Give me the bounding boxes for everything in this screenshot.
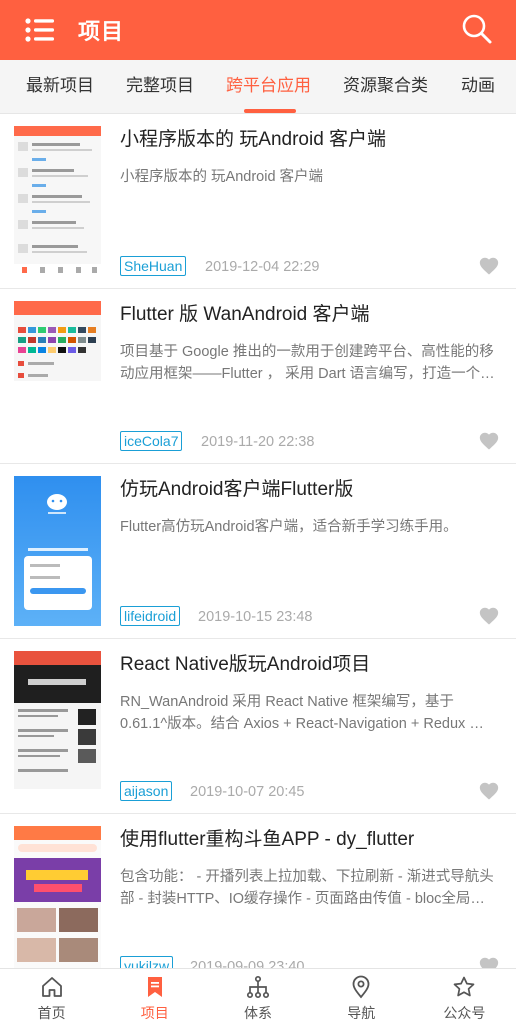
home-icon — [39, 974, 65, 1000]
project-card[interactable]: 仿玩Android客户端Flutter版 Flutter高仿玩Android客户… — [0, 464, 516, 639]
bookmark-icon — [142, 974, 168, 1000]
project-description: 小程序版本的 玩Android 客户端 — [120, 169, 324, 185]
project-thumbnail — [14, 826, 101, 968]
project-description: Flutter高仿玩Android客户端，适合新手学习练手用。 — [120, 519, 458, 535]
author-tag[interactable]: lifeidroid — [120, 606, 181, 626]
nav-home-label: 首页 — [37, 1005, 66, 1021]
project-thumbnail — [14, 476, 101, 626]
app-bar: 项目 — [0, 0, 516, 60]
nav-projects-label: 项目 — [140, 1005, 169, 1021]
project-list[interactable]: 小程序版本的 玩Android 客户端 小程序版本的 玩Android 客户端 … — [0, 114, 516, 968]
star-icon — [451, 974, 477, 1000]
nav-system-label: 体系 — [244, 1005, 272, 1021]
tab-indicator — [244, 109, 296, 113]
page-title: 项目 — [78, 19, 125, 44]
project-description: 项目基于 Google 推出的一款用于创建跨平台、高性能的移动应用框架——Flu… — [120, 344, 494, 382]
hierarchy-icon — [245, 974, 271, 1000]
favorite-heart-icon[interactable] — [478, 255, 500, 277]
project-card[interactable]: React Native版玩Android项目 RN_WanAndroid 采用… — [0, 639, 516, 814]
nav-public-accounts[interactable]: 公众号 — [413, 969, 516, 1028]
tab-latest[interactable]: 最新项目 — [26, 60, 94, 113]
project-description: RN_WanAndroid 采用 React Native 框架编写，基于 0.… — [120, 694, 484, 732]
nav-navigation[interactable]: 导航 — [310, 969, 413, 1028]
favorite-heart-icon[interactable] — [478, 605, 500, 627]
publish-date: 2019-09-09 23:40 — [190, 959, 305, 968]
search-button[interactable] — [460, 12, 494, 46]
nav-home[interactable]: 首页 — [0, 969, 103, 1028]
project-title: React Native版玩Android项目 — [120, 654, 371, 675]
project-title: 仿玩Android客户端Flutter版 — [120, 479, 354, 500]
author-tag[interactable]: yukilzw — [120, 956, 174, 968]
category-tabs: 最新项目 完整项目 跨平台应用 资源聚合类 动画 — [0, 60, 516, 114]
author-tag[interactable]: SheHuan — [120, 256, 187, 276]
nav-public-accounts-label: 公众号 — [443, 1005, 486, 1021]
tab-complete[interactable]: 完整项目 — [126, 60, 194, 113]
project-title: Flutter 版 WanAndroid 客户端 — [120, 304, 370, 325]
project-thumbnail — [14, 651, 101, 801]
location-pin-icon — [348, 974, 374, 1000]
tab-resources[interactable]: 资源聚合类 — [343, 60, 428, 113]
nav-navigation-label: 导航 — [347, 1005, 376, 1021]
project-title: 使用flutter重构斗鱼APP - dy_flutter — [120, 829, 415, 850]
tab-cross-platform[interactable]: 跨平台应用 — [226, 60, 311, 113]
author-tag[interactable]: iceCola7 — [120, 431, 183, 451]
favorite-heart-icon[interactable] — [478, 955, 500, 968]
nav-system[interactable]: 体系 — [206, 969, 309, 1028]
menu-button[interactable] — [24, 15, 56, 45]
project-description: 包含功能： - 开播列表上拉加载、下拉刷新 - 渐进式导航头部 - 封装HTTP… — [120, 869, 494, 907]
project-thumbnail — [14, 126, 101, 276]
publish-date: 2019-11-20 22:38 — [201, 434, 315, 450]
author-tag[interactable]: aijason — [120, 781, 173, 801]
tab-animation[interactable]: 动画 — [461, 60, 495, 113]
menu-icon — [25, 18, 54, 42]
project-card[interactable]: 小程序版本的 玩Android 客户端 小程序版本的 玩Android 客户端 … — [0, 114, 516, 289]
project-title: 小程序版本的 玩Android 客户端 — [120, 129, 387, 150]
project-thumbnail — [14, 301, 101, 451]
project-card[interactable]: 使用flutter重构斗鱼APP - dy_flutter 包含功能： - 开播… — [0, 814, 516, 968]
search-icon — [462, 14, 492, 44]
publish-date: 2019-10-07 20:45 — [190, 784, 305, 800]
publish-date: 2019-10-15 23:48 — [198, 609, 313, 625]
favorite-heart-icon[interactable] — [478, 780, 500, 802]
favorite-heart-icon[interactable] — [478, 430, 500, 452]
project-card[interactable]: Flutter 版 WanAndroid 客户端 项目基于 Google 推出的… — [0, 289, 516, 464]
bottom-navigation: 首页 项目 体系 导航 公众号 — [0, 968, 516, 1028]
nav-projects[interactable]: 项目 — [103, 969, 206, 1028]
publish-date: 2019-12-04 22:29 — [205, 259, 320, 275]
